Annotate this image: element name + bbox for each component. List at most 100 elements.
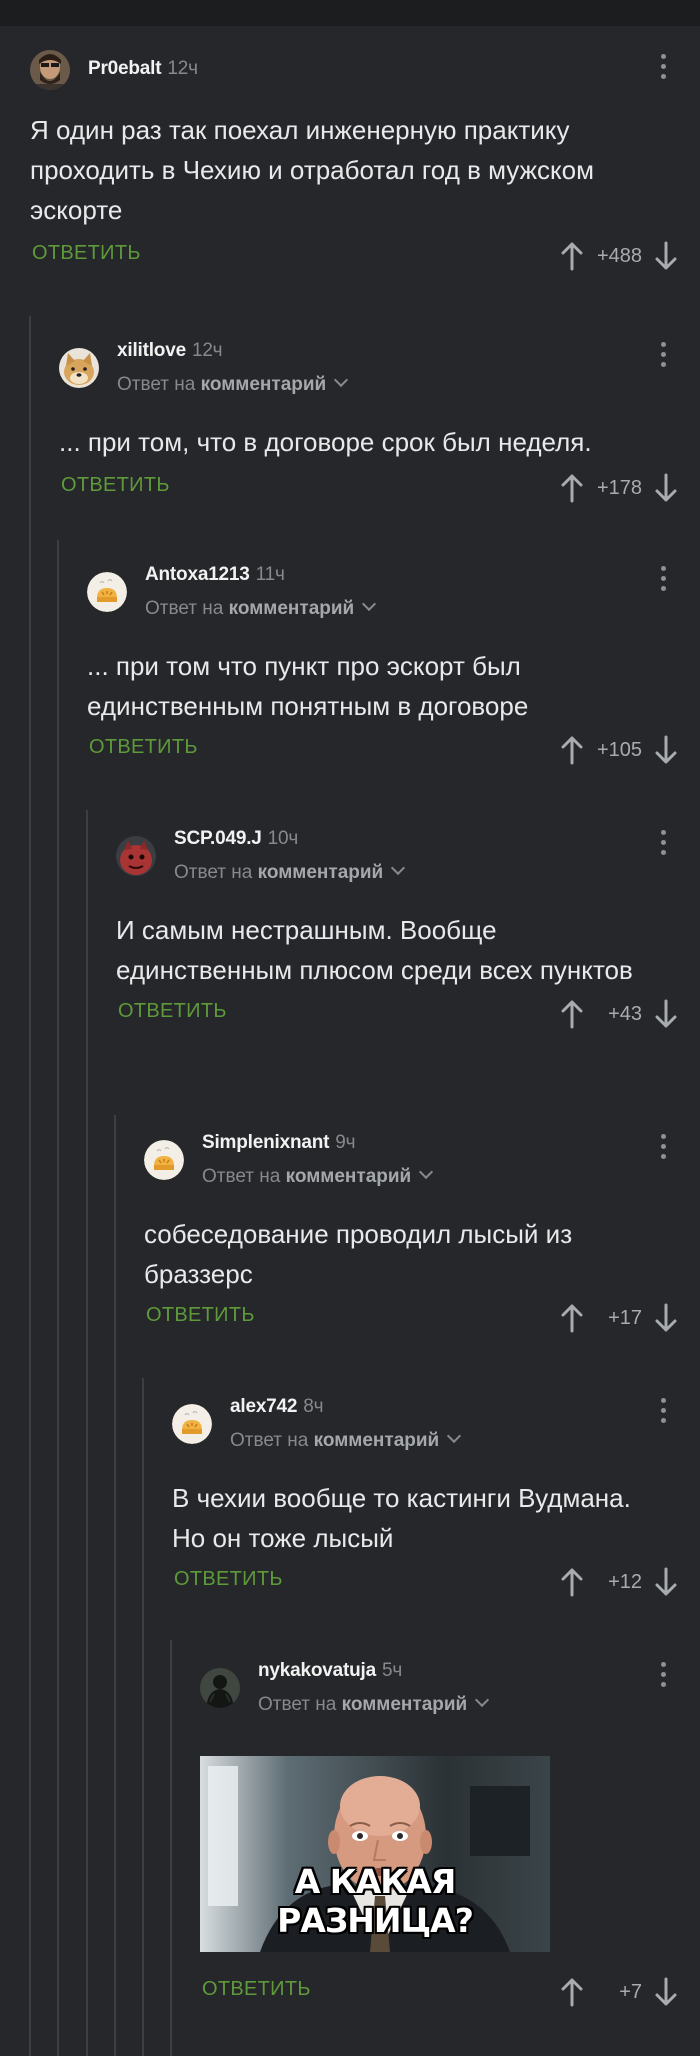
comment-header: xilitlove 12ч Ответ на комментарий — [59, 338, 700, 395]
arrow-up-icon[interactable] — [560, 1977, 584, 2007]
arrow-up-icon[interactable] — [560, 999, 584, 1029]
reply-button[interactable]: ОТВЕТИТЬ — [146, 1304, 255, 1327]
reply-to-target[interactable]: комментарий — [286, 1166, 412, 1187]
reply-to-prefix: Ответ на — [230, 1430, 309, 1451]
arrow-up-icon[interactable] — [560, 1303, 584, 1333]
comment-footer: ОТВЕТИТЬ +7 — [200, 1972, 700, 2012]
comment-header: Pr0ebalt 12ч — [30, 50, 700, 98]
reply-to-prefix: Ответ на — [202, 1166, 281, 1187]
more-vertical-icon[interactable] — [658, 54, 668, 84]
default-bread-avatar[interactable] — [87, 572, 127, 612]
comment-time: 10ч — [267, 828, 299, 849]
comment-text: Я один раз так поехал инженерную практик… — [30, 115, 594, 225]
thread-line[interactable] — [86, 810, 88, 2056]
author-name[interactable]: Simplenixnant 9ч — [202, 1132, 356, 1154]
thread-line[interactable] — [170, 1640, 172, 2056]
more-vertical-icon[interactable] — [658, 1398, 668, 1428]
arrow-down-icon[interactable] — [654, 1977, 678, 2007]
thread-line[interactable] — [142, 1378, 144, 2056]
arrow-up-icon[interactable] — [560, 473, 584, 503]
default-bread-avatar[interactable] — [144, 1140, 184, 1180]
thread-line[interactable] — [114, 1115, 116, 2056]
meme-caption: А КАКАЯ РАЗНИЦА? — [277, 1862, 474, 1940]
arrow-down-icon[interactable] — [654, 1303, 678, 1333]
reply-to-prefix: Ответ на — [258, 1694, 337, 1715]
reply-to-link[interactable]: Ответ на комментарий — [202, 1164, 434, 1188]
vote-widget: +17 — [560, 1298, 678, 1338]
more-vertical-icon[interactable] — [658, 1662, 668, 1692]
reply-to-target[interactable]: комментарий — [314, 1430, 440, 1451]
reply-to-link[interactable]: Ответ на комментарий — [117, 372, 349, 396]
score: +488 — [596, 244, 642, 267]
top-bar — [0, 0, 700, 26]
comment-time: 8ч — [303, 1396, 324, 1417]
chevron-down-icon[interactable] — [391, 860, 406, 876]
doge-avatar[interactable] — [59, 348, 99, 388]
more-vertical-icon[interactable] — [658, 1134, 668, 1164]
author-name[interactable]: nykakovatuja 5ч — [258, 1660, 402, 1682]
comment: SCP.049.J 10ч Ответ на комментарий И самы… — [116, 826, 700, 1034]
arrow-up-icon[interactable] — [560, 735, 584, 765]
comment-footer: ОТВЕТИТЬ +178 — [59, 468, 700, 508]
comment-header: nykakovatuja 5ч Ответ на комментарий — [200, 1658, 700, 1715]
score: +105 — [596, 738, 642, 761]
comment-footer: ОТВЕТИТЬ +12 — [172, 1562, 700, 1602]
author-name[interactable]: SCP.049.J 10ч — [174, 828, 298, 850]
more-vertical-icon[interactable] — [658, 566, 668, 596]
score: +178 — [596, 476, 642, 499]
reply-to-link[interactable]: Ответ на комментарий — [230, 1428, 462, 1452]
default-bread-avatar[interactable] — [172, 1404, 212, 1444]
vote-widget: +488 — [560, 236, 678, 276]
author-name[interactable]: Antoxa1213 11ч — [145, 564, 285, 586]
arrow-down-icon[interactable] — [654, 999, 678, 1029]
reply-to-target[interactable]: комментарий — [201, 374, 327, 395]
reply-button[interactable]: ОТВЕТИТЬ — [89, 736, 198, 759]
reply-button[interactable]: ОТВЕТИТЬ — [174, 1568, 283, 1591]
comment-header: Antoxa1213 11ч Ответ на комментарий — [87, 562, 700, 619]
comment: xilitlove 12ч Ответ на комментарий ... пр… — [59, 338, 700, 508]
chevron-down-icon[interactable] — [475, 1692, 490, 1708]
arrow-down-icon[interactable] — [654, 241, 678, 271]
comment-footer: ОТВЕТИТЬ +17 — [144, 1298, 700, 1338]
reply-to-target[interactable]: комментарий — [342, 1694, 468, 1715]
vote-widget: +178 — [560, 468, 678, 508]
more-vertical-icon[interactable] — [658, 342, 668, 372]
vote-widget: +105 — [560, 730, 678, 770]
author-name[interactable]: xilitlove 12ч — [117, 340, 223, 362]
reply-button[interactable]: ОТВЕТИТЬ — [32, 242, 141, 265]
reply-to-prefix: Ответ на — [174, 862, 253, 883]
red-creature-avatar[interactable] — [116, 836, 156, 876]
chevron-down-icon[interactable] — [362, 596, 377, 612]
bearded-man-avatar[interactable] — [30, 50, 70, 90]
reply-to-link[interactable]: Ответ на комментарий — [258, 1692, 490, 1716]
arrow-down-icon[interactable] — [654, 473, 678, 503]
author-name[interactable]: alex742 8ч — [230, 1396, 324, 1418]
thread-line[interactable] — [57, 540, 59, 2056]
comment-time: 5ч — [382, 1660, 403, 1681]
chevron-down-icon[interactable] — [334, 372, 349, 388]
reply-button[interactable]: ОТВЕТИТЬ — [61, 474, 170, 497]
reply-to-link[interactable]: Ответ на комментарий — [174, 860, 406, 884]
vote-widget: +43 — [560, 994, 678, 1034]
reply-button[interactable]: ОТВЕТИТЬ — [118, 1000, 227, 1023]
arrow-up-icon[interactable] — [560, 241, 584, 271]
reply-button[interactable]: ОТВЕТИТЬ — [202, 1978, 311, 2001]
comment-header: Simplenixnant 9ч Ответ на комментарий — [144, 1130, 700, 1187]
comment: alex742 8ч Ответ на комментарий В чехии в… — [172, 1394, 700, 1602]
reply-to-link[interactable]: Ответ на комментарий — [145, 596, 377, 620]
reply-to-target[interactable]: комментарий — [229, 598, 355, 619]
meme-image[interactable]: А КАКАЯ РАЗНИЦА? — [200, 1756, 550, 1952]
author-name[interactable]: Pr0ebalt 12ч — [88, 58, 198, 80]
chevron-down-icon[interactable] — [419, 1164, 434, 1180]
vote-widget: +12 — [560, 1562, 678, 1602]
chevron-down-icon[interactable] — [447, 1428, 462, 1444]
arrow-down-icon[interactable] — [654, 735, 678, 765]
comment-header: SCP.049.J 10ч Ответ на комментарий — [116, 826, 700, 883]
arrow-up-icon[interactable] — [560, 1567, 584, 1597]
thread-line[interactable] — [29, 316, 31, 2056]
dark-figure-avatar[interactable] — [200, 1668, 240, 1708]
score: +43 — [608, 1002, 642, 1025]
reply-to-target[interactable]: комментарий — [258, 862, 384, 883]
more-vertical-icon[interactable] — [658, 830, 668, 860]
arrow-down-icon[interactable] — [654, 1567, 678, 1597]
